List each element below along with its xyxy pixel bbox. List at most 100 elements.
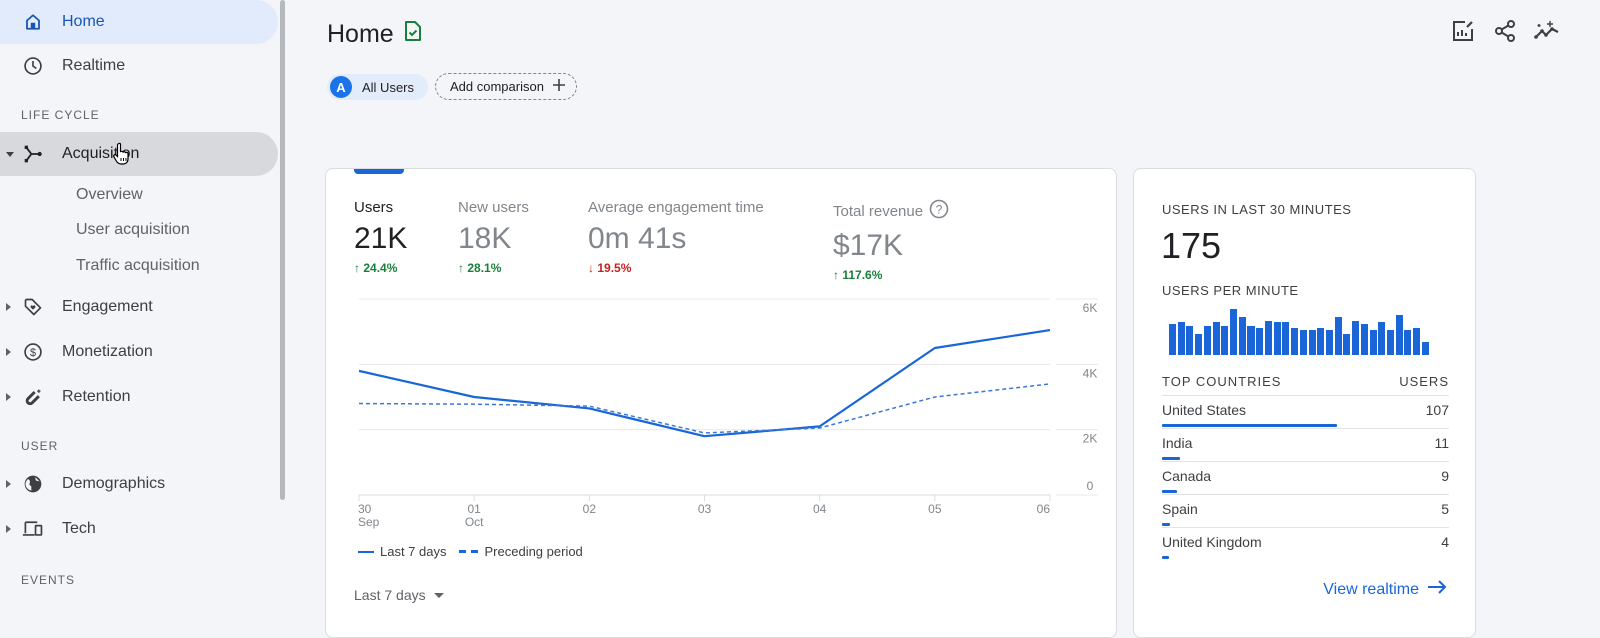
svg-text:$: $ [30, 347, 36, 359]
overview-card: Users 21K ↑ 24.4% New users 18K ↑ 28.1% … [325, 168, 1117, 638]
country-share-bar [1162, 424, 1337, 427]
view-realtime-label: View realtime [1323, 581, 1419, 599]
sidebar-item-engagement[interactable]: Engagement [0, 285, 278, 329]
share-icon[interactable] [1492, 18, 1518, 44]
magnet-icon [22, 386, 44, 408]
clock-icon [22, 55, 44, 77]
x-tick-label: 30 [358, 502, 372, 516]
sidebar-item-home[interactable]: Home [0, 0, 278, 44]
sidebar-item-tech[interactable]: Tech [0, 507, 278, 551]
country-users: 4 [1441, 534, 1449, 550]
country-row: United States107 [1162, 395, 1449, 428]
per-minute-bar [1230, 309, 1237, 355]
per-minute-bar [1422, 342, 1429, 355]
country-share-bar [1162, 556, 1169, 559]
sidebar-item-acquisition[interactable]: Acquisition [0, 132, 278, 176]
per-minute-bar [1396, 315, 1403, 355]
per-minute-bar [1195, 334, 1202, 355]
segment-chip-all-users[interactable]: A All Users [327, 74, 428, 100]
sidebar-subitem-traffic-acquisition[interactable]: Traffic acquisition [76, 257, 200, 275]
country-users: 5 [1441, 501, 1449, 517]
realtime-card: USERS IN LAST 30 MINUTES 175 USERS PER M… [1133, 168, 1476, 638]
per-minute-bar [1413, 328, 1420, 355]
sidebar-item-monetization[interactable]: $ Monetization [0, 330, 278, 374]
country-share-bar [1162, 490, 1177, 493]
country-row: Canada9 [1162, 461, 1449, 494]
sidebar-item-label: Demographics [62, 475, 165, 493]
customize-report-icon[interactable] [1450, 18, 1476, 44]
devices-icon [22, 518, 44, 540]
sidebar-item-label: Monetization [62, 343, 153, 361]
sidebar: Home Realtime LIFE CYCLE Acquisition Ove… [0, 0, 290, 623]
x-tick-sublabel: Sep [358, 515, 380, 529]
per-minute-bar [1265, 321, 1272, 356]
country-share-bar [1162, 523, 1170, 526]
sidebar-item-retention[interactable]: Retention [0, 375, 278, 419]
sidebar-item-label: Tech [62, 520, 96, 538]
x-tick-label: 03 [698, 502, 712, 516]
add-comparison-button[interactable]: Add comparison [435, 73, 577, 100]
caret-down-icon [434, 593, 444, 598]
section-label-user: USER [21, 439, 58, 453]
sidebar-subitem-user-acquisition[interactable]: User acquisition [76, 221, 190, 239]
country-row: United Kingdom4 [1162, 527, 1449, 560]
date-range-label: Last 7 days [354, 587, 426, 603]
users-per-minute-label: USERS PER MINUTE [1162, 283, 1299, 298]
per-minute-bar [1343, 334, 1350, 355]
chevron-right-icon[interactable] [6, 525, 11, 533]
country-users: 11 [1434, 435, 1449, 451]
chevron-right-icon[interactable] [6, 393, 11, 401]
segment-label: All Users [362, 80, 414, 95]
sidebar-item-demographics[interactable]: Demographics [0, 462, 278, 506]
chevron-right-icon[interactable] [6, 348, 11, 356]
sidebar-item-label: Engagement [62, 298, 153, 316]
top-countries-header: TOP COUNTRIES USERS [1162, 374, 1449, 389]
country-name: United States [1162, 402, 1246, 418]
per-minute-bar [1317, 328, 1324, 355]
legend-label-last-7-days: Last 7 days [380, 544, 447, 559]
date-range-dropdown[interactable]: Last 7 days [354, 587, 444, 603]
segment-avatar: A [330, 76, 352, 98]
legend-label-preceding-period: Preceding period [485, 544, 583, 559]
page-title: Home [327, 20, 422, 49]
users-per-minute-chart [1169, 309, 1429, 355]
per-minute-bar [1309, 330, 1316, 355]
add-comparison-label: Add comparison [450, 79, 544, 94]
tag-icon [22, 296, 44, 318]
view-realtime-link[interactable]: View realtime [1323, 579, 1447, 600]
realtime-title: USERS IN LAST 30 MINUTES [1162, 202, 1351, 217]
per-minute-bar [1274, 322, 1281, 355]
per-minute-bar [1378, 322, 1385, 355]
countries-column-header: TOP COUNTRIES [1162, 374, 1281, 389]
per-minute-bar [1387, 330, 1394, 355]
per-minute-bar [1178, 322, 1185, 355]
sidebar-subitem-overview[interactable]: Overview [76, 186, 143, 204]
hand-cursor-icon [112, 142, 132, 171]
sidebar-item-label: Home [62, 13, 105, 31]
chevron-right-icon[interactable] [6, 303, 11, 311]
per-minute-bar [1370, 330, 1377, 355]
sidebar-scrollbar[interactable] [280, 0, 285, 500]
insights-icon[interactable] [1534, 18, 1560, 44]
globe-icon [22, 473, 44, 495]
sidebar-item-realtime[interactable]: Realtime [0, 44, 278, 88]
series-line-last-7-days [359, 330, 1050, 436]
chevron-right-icon[interactable] [6, 480, 11, 488]
users-line-chart: 02K4K6K30Sep01Oct0203040506 [326, 169, 1116, 539]
country-share-bar [1162, 457, 1180, 460]
country-row: Spain5 [1162, 494, 1449, 527]
x-tick-label: 02 [583, 502, 597, 516]
x-tick-label: 01 [467, 502, 481, 516]
page-title-text: Home [327, 20, 394, 49]
y-tick-label: 6K [1083, 301, 1098, 315]
dollar-icon: $ [22, 341, 44, 363]
per-minute-bar [1239, 317, 1246, 355]
per-minute-bar [1361, 324, 1368, 355]
per-minute-bar [1291, 328, 1298, 355]
legend-swatch-solid [358, 551, 374, 553]
arrow-right-icon [1427, 579, 1447, 600]
per-minute-bar [1186, 326, 1193, 355]
per-minute-bar [1247, 326, 1254, 355]
chevron-down-icon[interactable] [6, 152, 14, 157]
per-minute-bar [1204, 326, 1211, 355]
